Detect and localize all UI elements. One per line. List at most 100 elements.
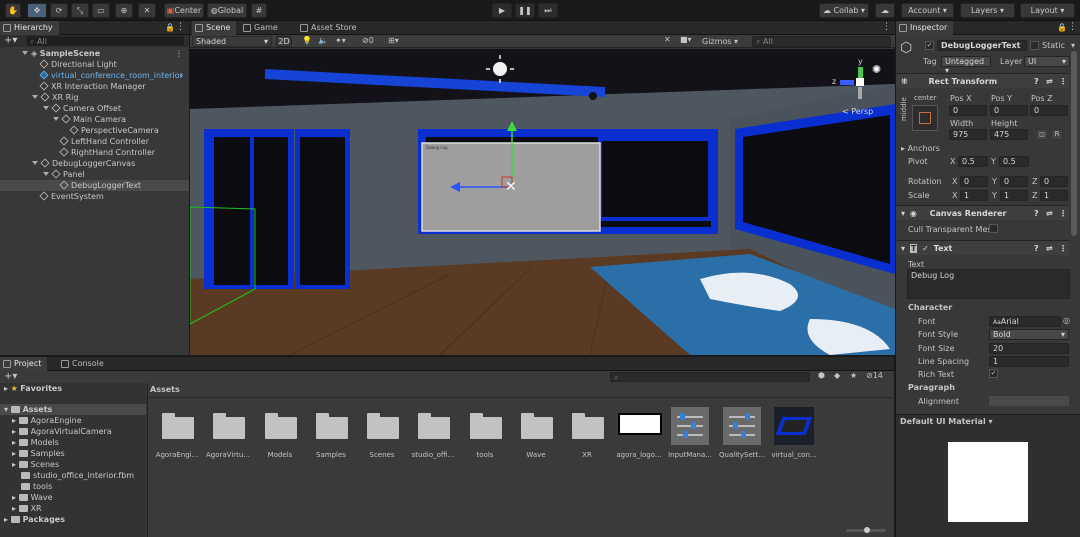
tab-inspector[interactable]: Inspector xyxy=(896,21,954,35)
project-search-input[interactable]: ⌕ xyxy=(610,372,810,382)
add-object-button[interactable]: +▾ xyxy=(4,35,17,46)
help-icon[interactable]: ? xyxy=(1034,241,1039,256)
layer-dropdown[interactable]: UI ▾ xyxy=(1024,56,1070,67)
tree-item-wave[interactable]: ▸ Wave xyxy=(12,492,53,503)
menu-dots-icon[interactable]: ⋮ xyxy=(1068,22,1077,32)
lock-icon[interactable]: 🔒 xyxy=(1057,23,1067,32)
rotation-y-input[interactable]: 0 xyxy=(1000,176,1028,187)
chevron-down-icon[interactable]: ▾ xyxy=(1071,41,1075,50)
breadcrumb[interactable]: Assets xyxy=(150,385,180,394)
asset-folder-samples[interactable] xyxy=(316,413,348,439)
shading-dropdown[interactable]: Shaded ▾ xyxy=(192,36,272,47)
scale-x-input[interactable]: 1 xyxy=(960,190,988,201)
rotation-x-input[interactable]: 0 xyxy=(960,176,988,187)
asset-input-manager[interactable] xyxy=(671,407,709,445)
help-icon[interactable]: ? xyxy=(1034,206,1039,221)
step-button[interactable]: ⏭ xyxy=(538,3,558,18)
layers-dropdown[interactable]: Layers ▾ xyxy=(960,3,1015,18)
move-tool-icon[interactable]: ✥ xyxy=(27,3,47,18)
lock-icon[interactable]: 🔒 xyxy=(165,23,175,32)
inspector-scrollbar[interactable] xyxy=(1071,51,1077,236)
tab-hierarchy[interactable]: Hierarchy xyxy=(0,21,59,35)
tree-item-agoraengine[interactable]: ▸ AgoraEngine xyxy=(12,415,82,426)
alignment-buttons[interactable] xyxy=(989,396,1069,406)
icon-size-slider[interactable] xyxy=(846,527,886,533)
hierarchy-item-righthand-controller[interactable]: RightHand Controller xyxy=(59,147,155,158)
slider-handle[interactable] xyxy=(864,527,870,533)
tree-item-samples[interactable]: ▸ Samples xyxy=(12,448,65,459)
play-button[interactable]: ▶ xyxy=(492,3,512,18)
asset-folder-studio-office[interactable] xyxy=(418,413,450,439)
hidden-packages-toggle[interactable]: ⊘14 xyxy=(866,371,883,380)
menu-dots-icon[interactable]: ⋮ xyxy=(176,22,185,32)
anchors-foldout[interactable]: ▸ Anchors xyxy=(901,144,940,153)
hierarchy-item-conference-room[interactable]: virtual_conference_room_interior › xyxy=(39,70,189,81)
scene-grid-icon[interactable]: ⊞▾ xyxy=(388,36,399,45)
tree-item-tools[interactable]: tools xyxy=(21,481,52,492)
collab-button[interactable]: ☁ Collab ▾ xyxy=(819,3,869,18)
transform-tool-icon[interactable]: ⊕ xyxy=(115,3,133,18)
font-size-input[interactable]: 20 xyxy=(989,343,1069,354)
component-menu-icon[interactable]: ⋮ xyxy=(1059,206,1067,221)
active-checkbox[interactable]: ✓ xyxy=(925,41,934,50)
line-spacing-input[interactable]: 1 xyxy=(989,356,1069,367)
tree-item-studio-office[interactable]: studio_office_interior.fbm xyxy=(21,470,134,481)
pivot-global-button[interactable]: ◍Global xyxy=(207,3,247,18)
layout-dropdown[interactable]: Layout ▾ xyxy=(1020,3,1075,18)
tab-scene[interactable]: Scene xyxy=(192,21,237,35)
asset-folder-models[interactable] xyxy=(265,413,297,439)
assets-root-item[interactable]: ▾ Assets xyxy=(0,404,146,415)
tree-item-xr[interactable]: ▸ XR xyxy=(12,503,42,514)
perspective-label[interactable]: < Persp xyxy=(842,107,873,116)
tree-item-models[interactable]: ▸ Models xyxy=(12,437,59,448)
audio-icon[interactable]: 🔈 xyxy=(318,36,328,45)
mode-2d-toggle[interactable]: 2D xyxy=(276,36,292,47)
custom-tool-icon[interactable]: ✕ xyxy=(138,3,156,18)
preset-icon[interactable]: ⇌ xyxy=(1046,74,1053,89)
favorite-icon[interactable]: ★ xyxy=(850,371,857,380)
text-content-input[interactable]: Debug Log xyxy=(907,269,1070,299)
asset-folder-agoraengine[interactable] xyxy=(162,413,194,439)
orientation-gizmo[interactable]: y z ✺ < Persp xyxy=(820,51,890,121)
hand-tool-icon[interactable]: ✋ xyxy=(5,3,21,18)
help-icon[interactable]: ? xyxy=(1034,74,1039,89)
hierarchy-item-perspective-camera[interactable]: PerspectiveCamera xyxy=(69,125,159,136)
hierarchy-item-main-camera[interactable]: Main Camera xyxy=(53,114,126,125)
asset-quality-settings[interactable] xyxy=(723,407,761,445)
lighting-icon[interactable]: 💡 xyxy=(302,36,312,45)
hierarchy-item-debugloggercanvas[interactable]: DebugLoggerCanvas xyxy=(32,158,135,169)
pivot-center-button[interactable]: ▣Center xyxy=(164,3,204,18)
blueprint-mode-button[interactable]: ◫ xyxy=(1036,129,1048,140)
create-asset-button[interactable]: +▾ xyxy=(4,371,17,382)
tab-asset-store[interactable]: Asset Store xyxy=(297,21,363,35)
pos-x-input[interactable]: 0 xyxy=(949,105,987,116)
hierarchy-item-lefthand-controller[interactable]: LeftHand Controller xyxy=(59,136,149,147)
filter-label-icon[interactable]: ◆ xyxy=(834,371,840,380)
tag-dropdown[interactable]: Untagged ▾ xyxy=(941,56,991,75)
material-dropdown[interactable]: Default UI Material ▾ xyxy=(900,417,993,426)
height-input[interactable]: 475 xyxy=(990,129,1028,140)
preset-icon[interactable]: ⇌ xyxy=(1046,241,1053,256)
hidden-objects-toggle[interactable]: ⊘0 xyxy=(362,36,374,45)
scale-z-input[interactable]: 1 xyxy=(1040,190,1068,201)
text-enabled-checkbox[interactable]: ✓ xyxy=(922,244,929,253)
asset-folder-agoravirtual[interactable] xyxy=(213,413,245,439)
canvas-renderer-header[interactable]: ▾ ◉ Canvas Renderer ? ⇌ ⋮ xyxy=(896,205,1069,220)
hierarchy-item-eventsystem[interactable]: EventSystem xyxy=(39,191,104,202)
scene-viewport[interactable]: Debug Log ✕ xyxy=(190,49,895,355)
asset-folder-scenes[interactable] xyxy=(367,413,399,439)
filter-type-icon[interactable]: ⬢ xyxy=(818,371,825,380)
pos-y-input[interactable]: 0 xyxy=(990,105,1028,116)
rich-text-checkbox[interactable]: ✓ xyxy=(989,369,998,378)
scene-root-row[interactable]: ◈ SampleScene ⋮ xyxy=(22,48,189,59)
pos-z-input[interactable]: 0 xyxy=(1030,105,1068,116)
scene-search-input[interactable]: ⌕ All xyxy=(752,36,891,47)
asset-folder-wave[interactable] xyxy=(521,413,553,439)
effects-icon[interactable]: ✦▾ xyxy=(335,36,346,45)
component-menu-icon[interactable]: ⋮ xyxy=(1059,241,1067,256)
object-picker-icon[interactable]: ◎ xyxy=(1063,316,1070,325)
font-style-dropdown[interactable]: Bold ▾ xyxy=(989,329,1069,340)
hierarchy-item-panel[interactable]: Panel xyxy=(43,169,85,180)
asset-folder-tools[interactable] xyxy=(470,413,502,439)
menu-dots-icon[interactable]: ⋮ xyxy=(882,22,891,32)
